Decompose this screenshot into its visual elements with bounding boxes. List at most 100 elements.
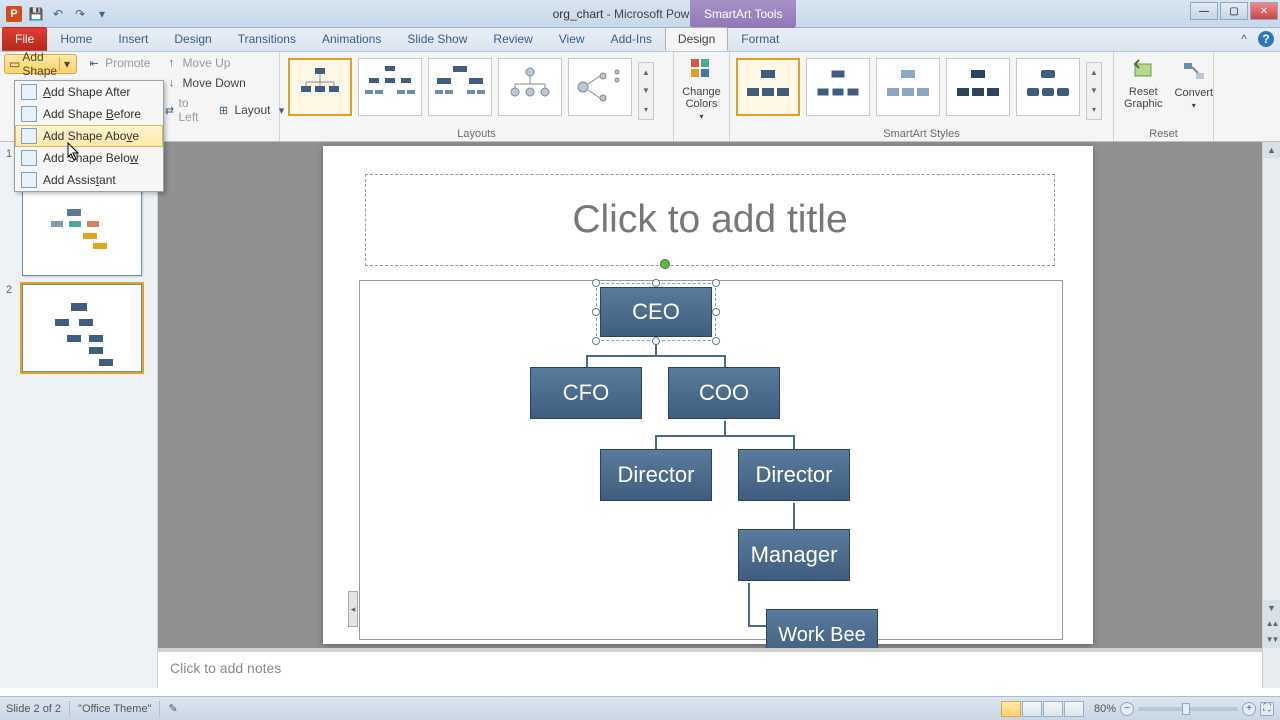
slide-editor: Click to add title CEO bbox=[158, 142, 1280, 688]
tab-smartart-format[interactable]: Format bbox=[728, 27, 792, 51]
palette-icon bbox=[688, 56, 716, 84]
layout-option-1[interactable] bbox=[288, 58, 352, 116]
menu-add-assistant[interactable]: Add Assistant bbox=[15, 169, 163, 191]
view-reading-button[interactable] bbox=[1043, 701, 1063, 717]
styles-group-label: SmartArt Styles bbox=[730, 128, 1113, 140]
minimize-button[interactable]: — bbox=[1190, 2, 1218, 20]
quick-access-toolbar: 💾 ↶ ↷ ▾ bbox=[26, 4, 112, 24]
orgchart-box-director1[interactable]: Director bbox=[600, 449, 712, 501]
undo-icon[interactable]: ↶ bbox=[48, 4, 68, 24]
convert-button[interactable]: Convert ▾ bbox=[1169, 54, 1220, 112]
slide-panel: 1 2 bbox=[0, 142, 158, 688]
reset-icon bbox=[1129, 56, 1157, 84]
help-icon[interactable]: ? bbox=[1258, 31, 1274, 47]
ribbon-tabs: File Home Insert Design Transitions Anim… bbox=[0, 28, 1280, 52]
notes-scrollbar[interactable] bbox=[1262, 648, 1280, 688]
minimize-ribbon-icon[interactable]: ^ bbox=[1236, 31, 1252, 47]
scroll-up-icon[interactable]: ▲ bbox=[1263, 142, 1280, 158]
ribbon: ▭Add Shape▾ ⇤Promote ↑Move Up ↓Move Down… bbox=[0, 52, 1280, 142]
prev-slide-icon[interactable]: ▲▲ bbox=[1263, 616, 1280, 632]
tab-animations[interactable]: Animations bbox=[309, 27, 394, 51]
powerpoint-icon: P bbox=[6, 6, 22, 22]
layouts-gallery: ▲▼▾ bbox=[284, 54, 669, 120]
status-bar: Slide 2 of 2 "Office Theme" ✎ 80% − + ⛶ bbox=[0, 696, 1280, 720]
orgchart-box-ceo[interactable]: CEO bbox=[600, 287, 712, 337]
zoom-slider[interactable] bbox=[1138, 707, 1238, 711]
tab-insert[interactable]: Insert bbox=[105, 27, 161, 51]
zoom-level[interactable]: 80% bbox=[1094, 703, 1116, 715]
context-tab-smartart: SmartArt Tools bbox=[690, 0, 796, 28]
move-up-button[interactable]: ↑Move Up bbox=[160, 54, 292, 72]
reset-graphic-button[interactable]: Reset Graphic bbox=[1118, 54, 1169, 112]
view-slideshow-button[interactable] bbox=[1064, 701, 1084, 717]
workspace: 1 2 Click to add title bbox=[0, 142, 1280, 688]
right-to-left-button[interactable]: ⇄to Left bbox=[160, 94, 206, 126]
menu-add-shape-above[interactable]: Add Shape Above bbox=[15, 125, 163, 147]
tab-file[interactable]: File bbox=[2, 27, 47, 51]
vertical-scrollbar[interactable]: ▲ ▼ ▲▲ ▼▼ bbox=[1262, 142, 1280, 648]
notes-pane[interactable]: Click to add notes bbox=[158, 648, 1262, 688]
title-placeholder[interactable]: Click to add title bbox=[365, 174, 1055, 266]
change-colors-button[interactable]: Change Colors ▾ bbox=[678, 54, 725, 123]
tab-smartart-design[interactable]: Design bbox=[665, 27, 728, 51]
orgchart-box-director2[interactable]: Director bbox=[738, 449, 850, 501]
spellcheck-icon[interactable]: ✎ bbox=[168, 702, 177, 715]
gallery-scroll[interactable]: ▲▼▾ bbox=[638, 62, 654, 120]
slide-indicator: Slide 2 of 2 bbox=[6, 703, 61, 715]
styles-gallery: ▲▼▾ bbox=[734, 54, 1109, 120]
menu-add-shape-before[interactable]: Add Shape Before bbox=[15, 103, 163, 125]
text-pane-toggle[interactable]: ◂ bbox=[348, 591, 358, 627]
view-buttons bbox=[1001, 701, 1084, 717]
rotate-handle[interactable] bbox=[660, 259, 670, 269]
convert-icon bbox=[1180, 57, 1208, 85]
smartart-container[interactable]: CEO CFO COO Director Director Manager Wo… bbox=[359, 280, 1063, 640]
view-sorter-button[interactable] bbox=[1022, 701, 1042, 717]
menu-add-shape-after[interactable]: Add Shape After bbox=[15, 81, 163, 103]
style-option-1[interactable] bbox=[736, 58, 800, 116]
maximize-button[interactable]: ▢ bbox=[1220, 2, 1248, 20]
close-button[interactable]: ✕ bbox=[1250, 2, 1278, 20]
zoom-out-button[interactable]: − bbox=[1120, 702, 1134, 716]
slide-canvas[interactable]: Click to add title CEO bbox=[323, 146, 1093, 644]
layout-option-3[interactable] bbox=[428, 58, 492, 116]
save-icon[interactable]: 💾 bbox=[26, 4, 46, 24]
add-shape-button[interactable]: ▭Add Shape▾ bbox=[4, 54, 77, 74]
styles-scroll[interactable]: ▲▼▾ bbox=[1086, 62, 1102, 120]
redo-icon[interactable]: ↷ bbox=[70, 4, 90, 24]
tab-design[interactable]: Design bbox=[161, 27, 224, 51]
add-shape-dropdown: Add Shape After Add Shape Before Add Sha… bbox=[14, 80, 164, 192]
layout-option-4[interactable] bbox=[498, 58, 562, 116]
layouts-group-label: Layouts bbox=[280, 128, 673, 140]
slide-thumb-2[interactable] bbox=[22, 284, 142, 372]
tab-review[interactable]: Review bbox=[480, 27, 545, 51]
next-slide-icon[interactable]: ▼▼ bbox=[1263, 632, 1280, 648]
style-option-4[interactable] bbox=[946, 58, 1010, 116]
layout-option-2[interactable] bbox=[358, 58, 422, 116]
slide-thumb-1[interactable] bbox=[22, 188, 142, 276]
reset-group-label: Reset bbox=[1114, 128, 1213, 140]
slide-number: 2 bbox=[6, 284, 18, 372]
fit-to-window-button[interactable]: ⛶ bbox=[1260, 702, 1274, 716]
style-option-2[interactable] bbox=[806, 58, 870, 116]
style-option-5[interactable] bbox=[1016, 58, 1080, 116]
qat-more-icon[interactable]: ▾ bbox=[92, 4, 112, 24]
scroll-down-icon[interactable]: ▼ bbox=[1263, 600, 1280, 616]
view-normal-button[interactable] bbox=[1001, 701, 1021, 717]
layout-option-5[interactable] bbox=[568, 58, 632, 116]
zoom-in-button[interactable]: + bbox=[1242, 702, 1256, 716]
tab-addins[interactable]: Add-Ins bbox=[598, 27, 665, 51]
orgchart-box-manager[interactable]: Manager bbox=[738, 529, 850, 581]
zoom-control: 80% − + ⛶ bbox=[1094, 702, 1274, 716]
move-down-button[interactable]: ↓Move Down bbox=[160, 74, 292, 92]
tab-view[interactable]: View bbox=[546, 27, 598, 51]
chevron-down-icon[interactable]: ▾ bbox=[59, 57, 74, 71]
menu-add-shape-below[interactable]: Add Shape Below bbox=[15, 147, 163, 169]
tab-home[interactable]: Home bbox=[47, 27, 105, 51]
tab-transitions[interactable]: Transitions bbox=[225, 27, 309, 51]
orgchart-box-coo[interactable]: COO bbox=[668, 367, 780, 419]
tab-slideshow[interactable]: Slide Show bbox=[394, 27, 480, 51]
style-option-3[interactable] bbox=[876, 58, 940, 116]
title-bar: P 💾 ↶ ↷ ▾ org_chart - Microsoft PowerPoi… bbox=[0, 0, 1280, 28]
promote-button[interactable]: ⇤Promote bbox=[83, 54, 154, 72]
orgchart-box-cfo[interactable]: CFO bbox=[530, 367, 642, 419]
